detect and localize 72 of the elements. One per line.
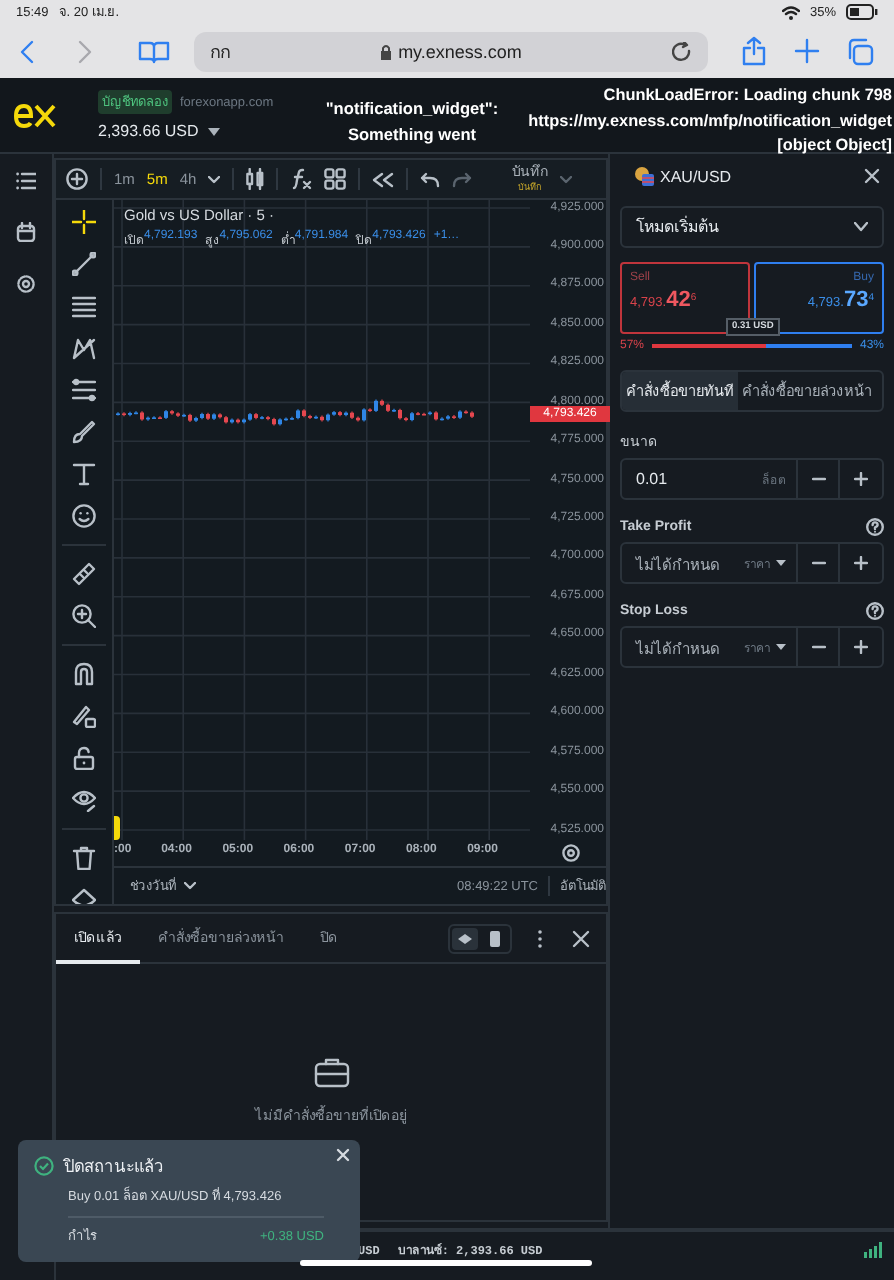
minus-icon [811,472,825,486]
briefcase-icon [313,1056,349,1088]
error-text: [object Object] [775,134,892,158]
fibonacci-icon[interactable] [72,378,96,402]
magnet-icon[interactable] [72,662,96,686]
trend-line-icon[interactable] [72,252,96,276]
tabs-icon[interactable] [846,37,874,65]
plus-icon [854,472,868,486]
battery-icon [846,4,878,20]
help-icon[interactable] [866,602,884,620]
close-icon[interactable] [864,168,880,184]
settings-icon[interactable] [562,844,580,863]
caret-icon [776,560,786,566]
book-icon[interactable] [138,39,170,63]
pencil-lock-icon[interactable] [72,704,96,728]
text-size-button[interactable]: กก [210,37,230,65]
balance-dropdown[interactable]: 2,393.66 USD [98,122,274,140]
calendar-icon[interactable] [16,222,36,242]
lock-icon [380,43,393,59]
symbol-title: XAU/USD [660,167,732,185]
chevron-down-icon [184,882,196,891]
error-text: "notification_widget": [323,96,501,121]
logo-icon[interactable] [14,101,58,129]
error-text: https://my.exness.com/mfp/notification_widget [528,109,892,134]
help-icon[interactable] [866,518,884,536]
pattern-icon[interactable] [72,336,96,360]
zoom-in-icon[interactable] [72,604,96,628]
undo-icon[interactable] [420,171,441,187]
plus-icon[interactable] [794,38,820,64]
menu-icon[interactable] [16,172,36,190]
chevron-down-icon [854,222,868,232]
function-icon[interactable] [290,168,313,190]
rewind-icon[interactable] [372,171,395,187]
lock-open-icon[interactable] [72,746,96,770]
share-icon[interactable] [742,36,766,66]
parallel-lines-icon[interactable] [72,294,96,318]
eye-icon[interactable] [72,788,96,812]
wifi-icon [781,5,800,19]
minus-icon [811,556,825,570]
more-icon[interactable] [536,927,544,949]
error-text: ChunkLoadError: Loading chunk 798 [601,84,892,108]
connection-icon [864,1242,882,1258]
plus-icon [854,556,868,570]
diamond-view-icon[interactable] [452,927,478,949]
smiley-icon[interactable] [72,504,96,528]
ruler-icon[interactable] [72,562,96,586]
address-bar[interactable]: กก my.exness.com [194,31,708,71]
trash-icon[interactable] [72,846,96,870]
url-text: my.exness.com [398,41,522,61]
toast-title: ปิดสถานะแล้ว [64,1154,164,1180]
caret-icon [208,127,221,135]
error-text: Something went [345,121,479,146]
reload-icon[interactable] [672,41,692,61]
settings-icon[interactable] [16,274,36,294]
brush-icon[interactable] [72,420,96,444]
chevron-down-icon[interactable] [208,175,221,183]
check-circle-icon [34,1156,54,1176]
back-icon[interactable] [18,37,38,65]
add-icon[interactable] [66,168,88,190]
close-icon[interactable] [572,929,590,947]
crosshair-icon[interactable] [72,210,96,234]
text-icon[interactable] [72,462,96,486]
coin-flag-icon [634,166,654,186]
layout-icon[interactable] [324,168,347,190]
collapse-handle[interactable] [114,816,120,841]
candles-icon[interactable] [246,168,265,190]
mode-dropdown[interactable]: โหมดเริ่มต้น [620,206,884,248]
close-icon[interactable] [336,1148,350,1162]
redo-icon[interactable] [452,171,473,187]
caret-icon [776,644,786,650]
minus-icon [811,640,825,654]
plus-icon [854,640,868,654]
